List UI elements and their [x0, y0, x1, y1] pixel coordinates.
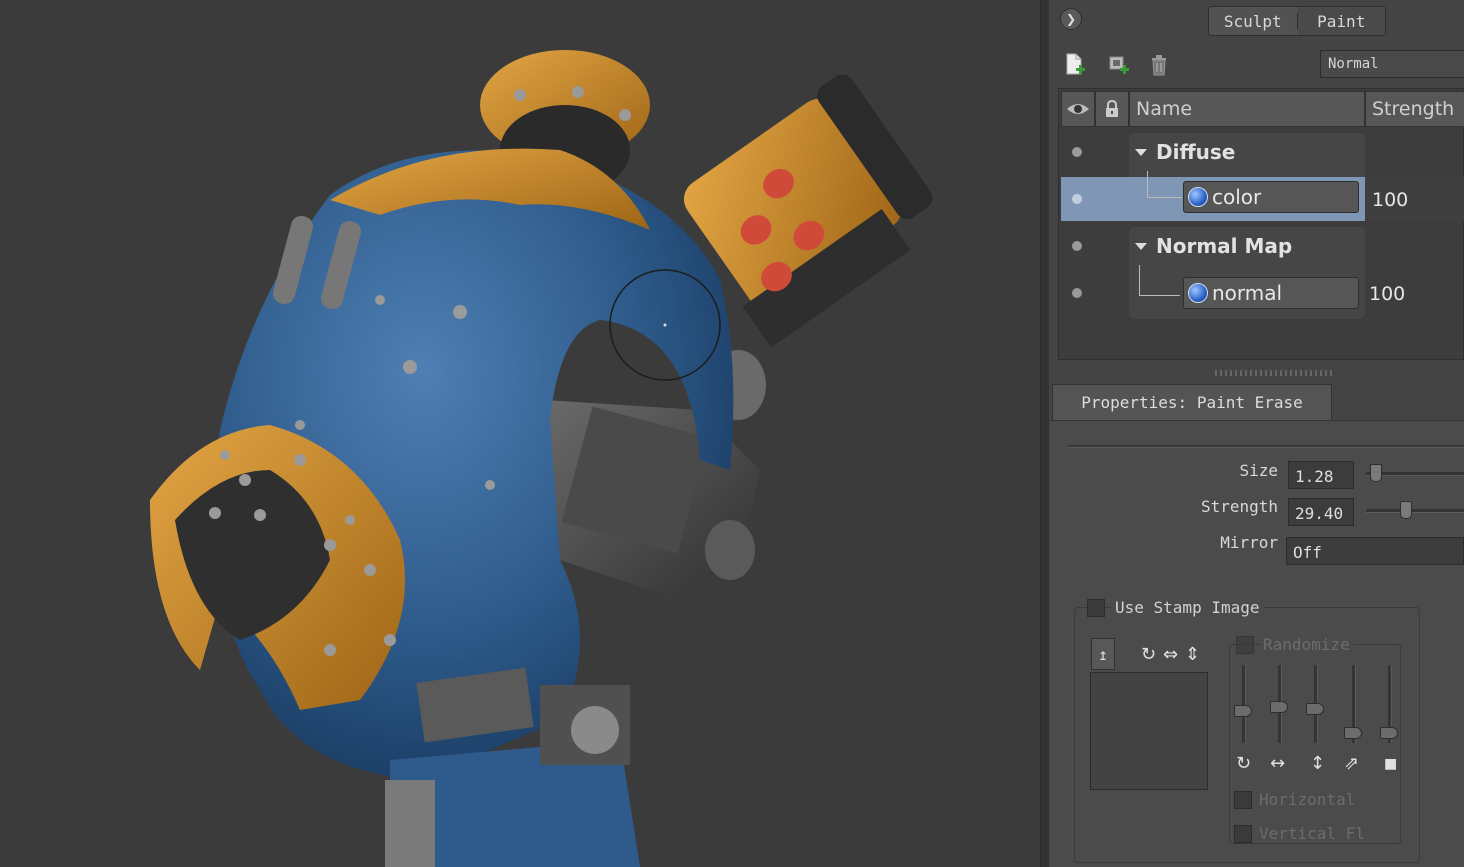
size-input[interactable]: 1.28	[1288, 461, 1354, 489]
layer-color-label: color	[1212, 185, 1262, 209]
horizontal-flip-label: Horizontal	[1256, 790, 1359, 809]
vertical-flip-label: Vertical Fl	[1256, 824, 1368, 843]
strength-slider-track[interactable]	[1366, 509, 1464, 513]
3d-viewport[interactable]	[0, 0, 1040, 867]
strength-column-header[interactable]: Strength	[1365, 91, 1464, 127]
visibility-column-header[interactable]	[1061, 91, 1095, 127]
paint-mode-button[interactable]: Paint	[1297, 7, 1385, 35]
chevron-right-icon: ❯	[1065, 12, 1077, 26]
stamp-picker-icon: ↥	[1098, 644, 1108, 664]
random-slider-2-thumb[interactable]	[1270, 701, 1288, 713]
delete-layer-icon	[1152, 55, 1166, 76]
random-slider-4-thumb[interactable]	[1344, 727, 1362, 739]
panel-splitter[interactable]	[1040, 0, 1050, 867]
properties-tab[interactable]: Properties: Paint Erase	[1052, 384, 1332, 420]
color-visibility-dot[interactable]	[1072, 194, 1082, 204]
layer-normal-strength[interactable]: 100	[1369, 283, 1405, 305]
texture-globe-icon	[1188, 187, 1208, 207]
normal-map-group-header[interactable]: Normal Map	[1135, 229, 1292, 263]
randomize-group: Randomize ↻ ↔ ↕ ⇗ ■ Horizontal Vertical …	[1229, 635, 1401, 844]
layer-color-strength[interactable]: 100	[1372, 189, 1408, 211]
tree-connector	[1147, 171, 1182, 198]
layer-toolbar: Normal	[1050, 46, 1464, 84]
normal-map-visibility-dot[interactable]	[1072, 241, 1082, 251]
tree-connector	[1139, 265, 1180, 296]
strength-label: Strength	[1200, 497, 1278, 516]
stamp-picker-button[interactable]: ↥	[1091, 638, 1115, 670]
random-slider-1[interactable]	[1242, 665, 1246, 743]
lock-column-header[interactable]	[1095, 91, 1129, 127]
flip-vertical-stamp-icon[interactable]: ⇕	[1185, 646, 1200, 664]
stamp-image-well[interactable]	[1090, 672, 1208, 790]
diffuse-visibility-dot[interactable]	[1072, 147, 1082, 157]
layer-normal[interactable]: normal	[1183, 277, 1359, 309]
expand-triangle-icon	[1135, 242, 1147, 250]
panel-resize-grip[interactable]	[1215, 370, 1335, 376]
vertical-flip-checkbox[interactable]	[1234, 825, 1252, 843]
random-stop-icon[interactable]: ■	[1384, 755, 1397, 773]
size-label: Size	[1239, 461, 1278, 480]
sculpt-mode-button[interactable]: Sculpt	[1209, 7, 1297, 35]
collapse-panel-button[interactable]: ❯	[1060, 8, 1082, 30]
random-offset-icon[interactable]: ⇗	[1344, 755, 1359, 773]
random-scale-vertical-icon[interactable]: ↕	[1310, 755, 1325, 773]
model-render	[150, 50, 933, 867]
layers-list: Name Strength Diffuse color 100 Normal M…	[1058, 88, 1464, 360]
properties-divider	[1068, 445, 1464, 448]
top-bar: ❯ Sculpt Paint	[1050, 0, 1464, 42]
new-layer-icon	[1066, 53, 1085, 75]
size-slider-thumb[interactable]	[1370, 464, 1382, 482]
normal-map-group-label: Normal Map	[1156, 234, 1293, 258]
stamp-group: Use Stamp Image ↥ ↻ ⇔ ⇕ Randomize ↻ ↔ ↕ …	[1074, 598, 1420, 863]
random-slider-3-thumb[interactable]	[1306, 703, 1324, 715]
lock-icon	[1106, 100, 1118, 117]
random-slider-1-thumb[interactable]	[1234, 705, 1252, 717]
right-panel: ❯ Sculpt Paint Normal Name Strength Diff…	[1050, 0, 1464, 867]
blend-mode-select[interactable]: Normal	[1320, 50, 1464, 78]
diffuse-group-header[interactable]: Diffuse	[1135, 135, 1235, 169]
random-rotate-icon[interactable]: ↻	[1236, 755, 1251, 773]
properties-panel: Size 1.28 Strength 29.40 Mirror Off Use …	[1050, 420, 1464, 867]
mode-toggle: Sculpt Paint	[1208, 6, 1386, 36]
randomize-checkbox[interactable]	[1236, 636, 1254, 654]
random-slider-5-thumb[interactable]	[1380, 727, 1398, 739]
layer-normal-label: normal	[1212, 281, 1283, 305]
strength-slider-thumb[interactable]	[1400, 501, 1412, 519]
layer-color[interactable]: color	[1183, 181, 1359, 213]
randomize-label: Randomize	[1260, 635, 1353, 654]
mirror-select[interactable]: Off	[1286, 537, 1464, 565]
random-scale-horizontal-icon[interactable]: ↔	[1270, 755, 1285, 773]
expand-triangle-icon	[1135, 148, 1147, 156]
rotate-stamp-icon[interactable]: ↻	[1141, 646, 1156, 664]
duplicate-layer-icon	[1109, 56, 1129, 74]
mirror-label: Mirror	[1220, 533, 1278, 552]
normal-visibility-dot[interactable]	[1072, 288, 1082, 298]
new-layer-button[interactable]	[1062, 52, 1088, 78]
horizontal-flip-checkbox[interactable]	[1234, 791, 1252, 809]
strength-input[interactable]: 29.40	[1288, 498, 1354, 526]
layers-header: Name Strength	[1059, 89, 1464, 129]
eye-icon	[1067, 104, 1089, 114]
flip-horizontal-stamp-icon[interactable]: ⇔	[1163, 646, 1178, 664]
duplicate-layer-button[interactable]	[1106, 52, 1132, 78]
name-column-header[interactable]: Name	[1129, 91, 1365, 127]
diffuse-group-label: Diffuse	[1156, 140, 1236, 164]
delete-layer-button[interactable]	[1146, 52, 1172, 78]
use-stamp-label: Use Stamp Image	[1111, 598, 1264, 617]
use-stamp-checkbox[interactable]	[1087, 599, 1105, 617]
texture-globe-icon	[1188, 283, 1208, 303]
